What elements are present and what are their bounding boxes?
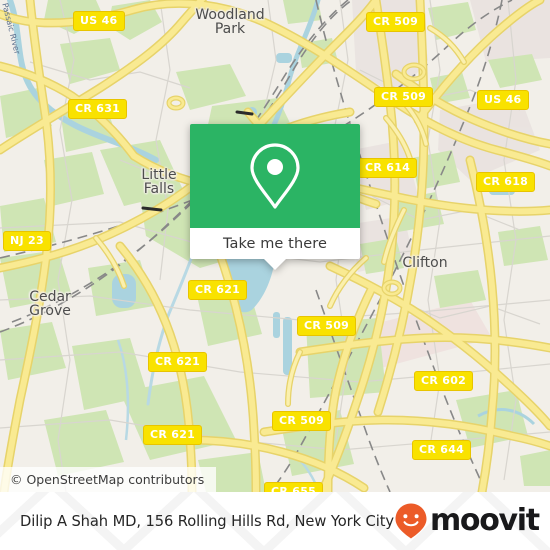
popup-tail-pointer <box>264 259 286 270</box>
bottom-info-bar: Dilip A Shah MD, 156 Rolling Hills Rd, N… <box>0 492 550 550</box>
shield-cr-602[interactable]: CR 602 <box>414 371 474 391</box>
take-me-there-label: Take me there <box>222 235 328 252</box>
shield-cr-509-upper[interactable]: CR 509 <box>374 87 434 107</box>
map-canvas[interactable]: Passaic River Woodland Park Little Falls… <box>0 0 550 492</box>
shield-cr-655[interactable]: CR 655 <box>264 482 324 492</box>
osm-attribution[interactable]: © OpenStreetMap contributors <box>0 467 217 492</box>
bottom-bar-content: Dilip A Shah MD, 156 Rolling Hills Rd, N… <box>0 492 550 550</box>
shield-cr-509-mid[interactable]: CR 509 <box>297 316 357 336</box>
shield-cr-509-topr[interactable]: CR 509 <box>366 12 426 32</box>
shield-nj-23[interactable]: NJ 23 <box>3 231 51 251</box>
popup-footer[interactable]: Take me there <box>190 228 360 259</box>
moovit-brand[interactable]: moovit <box>394 502 540 540</box>
shield-cr-509-lower[interactable]: CR 509 <box>272 411 332 431</box>
map-pin-icon <box>250 143 300 209</box>
osm-attribution-text: © OpenStreetMap contributors <box>10 472 205 487</box>
shield-us-46-right[interactable]: US 46 <box>477 90 529 110</box>
shield-us-46-top[interactable]: US 46 <box>73 11 125 31</box>
shield-cr-618[interactable]: CR 618 <box>476 172 536 192</box>
shield-cr-631[interactable]: CR 631 <box>68 99 128 119</box>
shield-cr-614[interactable]: CR 614 <box>358 158 418 178</box>
shield-cr-644[interactable]: CR 644 <box>412 440 472 460</box>
moovit-map-page: Passaic River Woodland Park Little Falls… <box>0 0 550 550</box>
popup-header <box>190 124 360 228</box>
moovit-wordmark: moovit <box>429 503 540 538</box>
shield-cr-621-mid[interactable]: CR 621 <box>148 352 208 372</box>
poi-title: Dilip A Shah MD, 156 Rolling Hills Rd, N… <box>20 512 394 530</box>
moovit-smiley-pin-icon <box>395 503 427 539</box>
shield-cr-621-upper[interactable]: CR 621 <box>188 280 248 300</box>
shield-cr-621-lower[interactable]: CR 621 <box>143 425 203 445</box>
location-popup-card[interactable]: Take me there <box>190 124 360 270</box>
